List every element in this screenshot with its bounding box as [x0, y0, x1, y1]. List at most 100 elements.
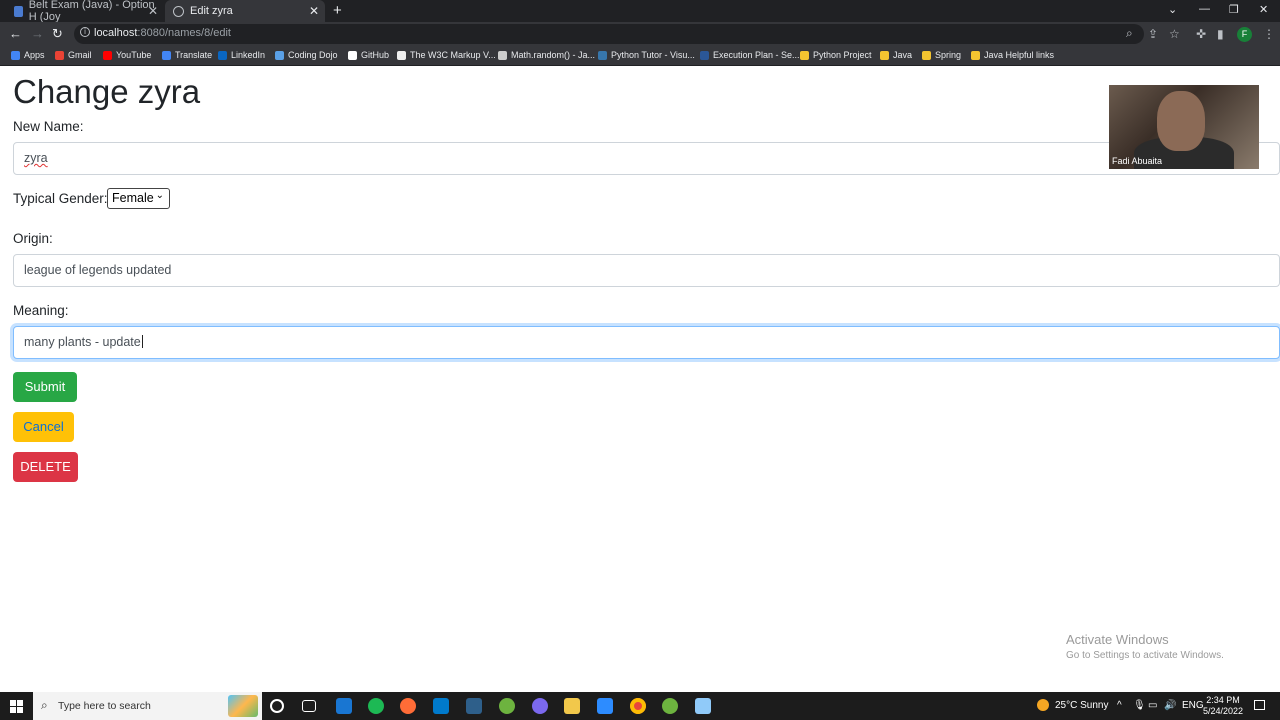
globe-icon — [173, 5, 184, 17]
weather-text[interactable]: 25°C Sunny — [1055, 700, 1108, 711]
bookmark-coding-dojo[interactable]: Coding Dojo — [275, 50, 338, 60]
origin-label: Origin: — [13, 231, 53, 246]
clock-date: 5/24/2022 — [1202, 706, 1244, 716]
chevron-up-icon[interactable]: ^ — [1117, 700, 1122, 711]
microphone-icon[interactable]: 🎙 — [1133, 700, 1146, 711]
share-icon[interactable]: ⇪ — [1148, 27, 1158, 41]
tab-belt-exam[interactable]: Belt Exam (Java) - Option H (Joy ✕ — [6, 0, 164, 23]
linkedin-icon — [218, 50, 227, 60]
info-icon[interactable]: i — [80, 27, 90, 37]
cancel-button[interactable]: Cancel — [13, 412, 74, 442]
bookmark-linkedin[interactable]: LinkedIn — [218, 50, 265, 60]
file-explorer-icon[interactable] — [564, 698, 580, 714]
bookmark-github[interactable]: GitHub — [348, 50, 389, 60]
back-icon[interactable]: ← — [9, 26, 22, 41]
postman-icon[interactable] — [400, 698, 416, 714]
delete-button[interactable]: DELETE — [13, 452, 78, 482]
mdn-icon — [498, 50, 507, 60]
w3c-icon — [397, 50, 406, 60]
bookmark-math-random[interactable]: Math.random() - Ja... — [498, 50, 595, 60]
bookmark-translate[interactable]: Translate — [162, 50, 212, 60]
notepad-icon[interactable] — [695, 698, 711, 714]
chevron-down-icon: ⌄ — [155, 190, 164, 201]
bookmark-python-tutor[interactable]: Python Tutor - Visu... — [598, 50, 695, 60]
vscode-icon[interactable] — [433, 698, 449, 714]
search-icon: ⌕ — [41, 698, 48, 712]
bookmark-java-helpful-links[interactable]: Java Helpful links — [971, 50, 1054, 60]
forward-icon[interactable]: → — [31, 26, 44, 41]
bookmark-youtube[interactable]: YouTube — [103, 50, 151, 60]
chrome-icon[interactable] — [630, 698, 646, 714]
notifications-icon[interactable] — [1254, 700, 1265, 710]
page-content: Change zyra New Name: zyra Typical Gende… — [0, 67, 1280, 692]
close-icon[interactable]: ✕ — [148, 4, 158, 18]
bookmark-w3c[interactable]: The W3C Markup V... — [397, 50, 496, 60]
name-input[interactable]: zyra — [13, 142, 1280, 175]
profile-avatar[interactable]: F — [1237, 27, 1252, 42]
translate-icon — [162, 50, 171, 60]
watermark-line1: Activate Windows — [1066, 632, 1169, 647]
mysql-workbench-icon[interactable] — [466, 698, 482, 714]
weather-sun-icon[interactable] — [1037, 699, 1049, 711]
browser-tab-strip: Belt Exam (Java) - Option H (Joy ✕ Edit … — [0, 0, 1280, 23]
bookmark-java[interactable]: Java — [880, 50, 912, 60]
spring-boot-icon[interactable] — [662, 698, 678, 714]
submit-button[interactable]: Submit — [13, 372, 77, 402]
extensions-icon[interactable]: ✜ — [1196, 27, 1206, 41]
address-bar[interactable]: i localhost:8080/names/8/edit ⌕ — [74, 24, 1144, 44]
doc-icon — [14, 5, 23, 17]
page-title: Change zyra — [13, 73, 201, 110]
folder-icon — [971, 50, 980, 60]
origin-value: league of legends updated — [24, 263, 172, 277]
gender-value: Female — [112, 191, 154, 205]
bookmark-star-icon[interactable]: ☆ — [1169, 27, 1180, 41]
volume-icon[interactable]: 🔊 — [1164, 700, 1176, 711]
text-caret — [141, 335, 143, 348]
minimize-icon[interactable]: — — [1199, 3, 1210, 15]
discord-icon[interactable] — [532, 698, 548, 714]
gender-select[interactable]: Female ⌄ — [107, 188, 170, 209]
meaning-label: Meaning: — [13, 303, 69, 318]
bookmark-gmail[interactable]: Gmail — [55, 50, 92, 60]
gender-label: Typical Gender: — [13, 191, 108, 206]
bookmark-python-project[interactable]: Python Project — [800, 50, 872, 60]
reload-icon[interactable]: ↻ — [52, 26, 63, 42]
bookmark-spring[interactable]: Spring — [922, 50, 961, 60]
spring-tools-icon[interactable] — [499, 698, 515, 714]
window-close-icon[interactable]: ✕ — [1259, 3, 1268, 16]
tab-title: Edit zyra — [190, 5, 233, 17]
menu-icon[interactable]: ⋮ — [1263, 27, 1275, 41]
sql-icon — [700, 50, 709, 60]
cortana-icon[interactable] — [270, 699, 284, 713]
origin-input[interactable]: league of legends updated — [13, 254, 1280, 287]
spotify-icon[interactable] — [368, 698, 384, 714]
meaning-value: many plants - update — [24, 335, 141, 349]
tab-edit-zyra[interactable]: Edit zyra ✕ — [165, 0, 325, 22]
webcam-overlay: Fadi Abuaita — [1109, 85, 1259, 169]
network-icon[interactable]: ▭ — [1148, 700, 1157, 711]
bookmark-execution-plan[interactable]: Execution Plan - Se... — [700, 50, 800, 60]
meaning-input[interactable]: many plants - update — [13, 326, 1280, 359]
gmail-icon — [55, 50, 64, 60]
tab-title: Belt Exam (Java) - Option H (Joy — [28, 0, 155, 23]
activate-windows-watermark: Activate Windows Go to Settings to activ… — [1066, 632, 1224, 661]
bookmark-apps[interactable]: Apps — [11, 50, 45, 60]
youtube-icon — [103, 50, 112, 60]
task-view-icon[interactable] — [302, 700, 316, 712]
new-tab-icon[interactable]: + — [333, 2, 342, 19]
coding-dojo-icon — [275, 50, 284, 60]
zoom-icon[interactable]: ⌕ — [1126, 26, 1133, 41]
windows-start-icon[interactable] — [10, 700, 23, 713]
zoom-app-icon[interactable] — [597, 698, 613, 714]
taskbar-search-box[interactable]: ⌕ Type here to search — [33, 692, 262, 720]
tab-search-icon[interactable]: ⌄ — [1168, 3, 1177, 16]
restore-icon[interactable]: ❐ — [1229, 3, 1239, 16]
apps-grid-icon — [11, 50, 20, 60]
search-highlight-art — [228, 695, 258, 717]
folder-icon — [800, 50, 809, 60]
url-text: localhost:8080/names/8/edit — [94, 27, 231, 39]
taskbar-clock[interactable]: 2:34 PM 5/24/2022 — [1200, 695, 1246, 717]
intellij-icon[interactable] — [336, 698, 352, 714]
side-panel-icon[interactable]: ▮ — [1217, 27, 1224, 41]
close-icon[interactable]: ✕ — [309, 4, 319, 18]
